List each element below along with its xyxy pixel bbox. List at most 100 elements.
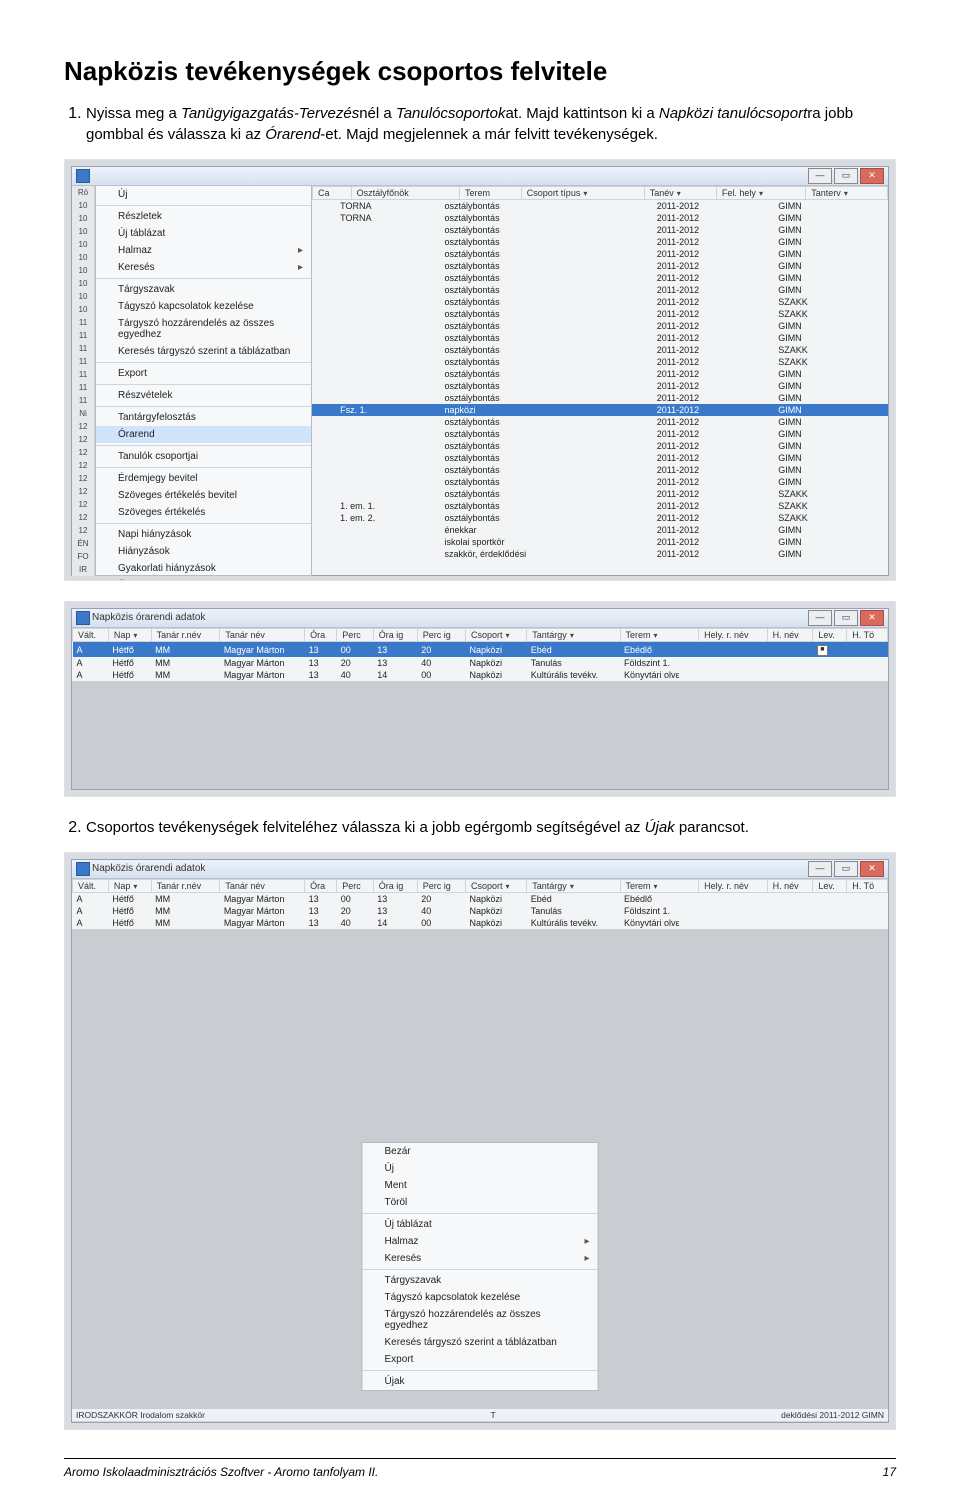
column-header[interactable]: Perc ig <box>417 880 465 893</box>
column-header[interactable]: Hely. r. név <box>699 629 767 642</box>
table-row[interactable]: osztálybontás2011-2012GIMN <box>312 320 888 332</box>
menu-item[interactable]: Gyakorlati hiányzások <box>96 560 311 577</box>
column-header[interactable]: Óra ig <box>373 629 417 642</box>
table-row[interactable]: osztálybontás2011-2012GIMN <box>312 428 888 440</box>
main-table[interactable]: CaOsztályfőnökTeremCsoport típusTanévFel… <box>312 186 888 576</box>
maximize-button[interactable]: ▭ <box>834 861 858 877</box>
window-titlebar-2[interactable]: Napközis órarendi adatok — ▭ ✕ <box>72 609 888 628</box>
table-row[interactable]: AHétfőMMMagyar Márton13201340NapköziTanu… <box>73 657 888 669</box>
column-header[interactable]: Fel. hely <box>716 187 805 200</box>
column-header[interactable]: Tantárgy <box>527 880 620 893</box>
menu-item[interactable]: Halmaz <box>363 1233 598 1250</box>
table-row[interactable]: TORNAosztálybontás2011-2012GIMN <box>312 212 888 224</box>
menu-item[interactable]: Export <box>363 1351 598 1368</box>
menu-item[interactable]: Tárgyszavak <box>363 1269 598 1289</box>
table-row[interactable]: szakkör, érdeklődési2011-2012GIMN <box>312 548 888 560</box>
menu-item[interactable]: Tantárgyfelosztás <box>96 406 311 426</box>
column-header[interactable]: Csoport <box>466 629 527 642</box>
table-row[interactable]: iskolai sportkör2011-2012GIMN <box>312 536 888 548</box>
table-row[interactable]: osztálybontás2011-2012GIMN <box>312 236 888 248</box>
menu-item[interactable]: Új táblázat <box>96 225 311 242</box>
table-row[interactable]: osztálybontás2011-2012GIMN <box>312 464 888 476</box>
column-header[interactable]: Óra ig <box>373 880 417 893</box>
table-row[interactable]: osztálybontás2011-2012GIMN <box>312 476 888 488</box>
menu-item[interactable]: Keresés tárgyszó szerint a táblázatban <box>363 1334 598 1351</box>
menu-item[interactable]: Új táblázat <box>363 1213 598 1233</box>
column-header[interactable]: Tanár név <box>220 629 305 642</box>
table-row[interactable]: osztálybontás2011-2012GIMN <box>312 392 888 404</box>
menu-item[interactable]: Tárgyszó hozzárendelés az összes egyedhe… <box>363 1306 598 1334</box>
column-header[interactable]: Tanár név <box>220 880 305 893</box>
menu-item[interactable]: Export <box>96 362 311 382</box>
menu-item[interactable]: Új <box>363 1160 598 1177</box>
menu-item[interactable]: Halmaz <box>96 242 311 259</box>
column-header[interactable]: Csoport <box>466 880 527 893</box>
column-header[interactable]: Lev. <box>813 880 847 893</box>
context-menu-2[interactable]: BezárÚjMentTörölÚj táblázatHalmazKeresés… <box>362 1142 599 1391</box>
menu-item[interactable]: Tárgyszavak <box>96 278 311 298</box>
table-row[interactable]: osztálybontás2011-2012GIMN <box>312 224 888 236</box>
column-header[interactable]: H. név <box>767 880 813 893</box>
column-header[interactable]: H. Tö <box>847 629 888 642</box>
column-header[interactable]: Terem <box>620 629 699 642</box>
table-row[interactable]: osztálybontás2011-2012GIMN <box>312 332 888 344</box>
table-row[interactable]: osztálybontás2011-2012SZAKK <box>312 344 888 356</box>
minimize-button[interactable]: — <box>808 168 832 184</box>
column-header[interactable]: H. név <box>767 629 813 642</box>
context-menu[interactable]: ÚjRészletekÚj táblázatHalmazKeresésTárgy… <box>95 185 312 576</box>
menu-item[interactable]: Órarend <box>96 426 311 443</box>
table-row[interactable]: osztálybontás2011-2012GIMN <box>312 380 888 392</box>
column-header[interactable]: Hely. r. név <box>699 880 767 893</box>
table-row[interactable]: osztálybontás2011-2012GIMN <box>312 248 888 260</box>
table-row[interactable]: osztálybontás2011-2012GIMN <box>312 368 888 380</box>
column-header[interactable]: Óra <box>305 629 337 642</box>
table-row[interactable]: AHétfőMMMagyar Márton13401400NapköziKult… <box>73 917 888 929</box>
column-header[interactable]: Lev. <box>813 629 847 642</box>
table-row[interactable]: AHétfőMMMagyar Márton13201340NapköziTanu… <box>73 905 888 917</box>
menu-item[interactable]: Töröl <box>363 1194 598 1211</box>
column-header[interactable]: Perc <box>337 629 374 642</box>
close-button[interactable]: ✕ <box>860 168 884 184</box>
column-header[interactable]: Perc ig <box>417 629 465 642</box>
column-header[interactable]: Csoport típus <box>521 187 644 200</box>
column-header[interactable]: Terem <box>459 187 521 200</box>
table-row[interactable]: osztálybontás2011-2012SZAKK <box>312 308 888 320</box>
table-row[interactable]: osztálybontás2011-2012SZAKK <box>312 356 888 368</box>
table-row[interactable]: AHétfőMMMagyar Márton13401400NapköziKult… <box>73 669 888 681</box>
table-row[interactable]: AHétfőMMMagyar Márton13001320NapköziEbéd… <box>73 642 888 658</box>
column-header[interactable]: Vált. <box>73 629 109 642</box>
column-header[interactable]: Tanterv <box>806 187 888 200</box>
maximize-button[interactable]: ▭ <box>834 168 858 184</box>
column-header[interactable]: Tanév <box>644 187 716 200</box>
menu-item[interactable]: Keresés <box>363 1250 598 1267</box>
table-row[interactable]: osztálybontás2011-2012GIMN <box>312 452 888 464</box>
menu-item[interactable]: Tárgyszó hozzárendelés az összes egyedhe… <box>96 315 311 343</box>
menu-item[interactable]: Szöveges értékelés <box>96 504 311 521</box>
menu-item[interactable]: Ment <box>363 1177 598 1194</box>
menu-item[interactable]: Tanulók csoportjai <box>96 445 311 465</box>
menu-item[interactable]: Tágyszó kapcsolatok kezelése <box>363 1289 598 1306</box>
menu-item[interactable]: Új <box>96 186 311 203</box>
menu-item[interactable]: Szöveges értékelés bevitel <box>96 487 311 504</box>
menu-item[interactable]: Összesített hiányzás/jelenlét lista <box>96 577 311 581</box>
table-row[interactable]: osztálybontás2011-2012GIMN <box>312 440 888 452</box>
column-header[interactable]: Osztályfőnök <box>351 187 459 200</box>
menu-item[interactable]: Érdemjegy bevitel <box>96 467 311 487</box>
column-header[interactable]: Vált. <box>73 880 109 893</box>
schedule-table[interactable]: Vált.NapTanár r.névTanár névÓraPercÓra i… <box>72 628 888 681</box>
column-header[interactable]: Terem <box>620 880 699 893</box>
column-header[interactable]: Tanár r.név <box>151 629 220 642</box>
table-row[interactable]: AHétfőMMMagyar Márton13001320NapköziEbéd… <box>73 893 888 906</box>
column-header[interactable]: Tanár r.név <box>151 880 220 893</box>
menu-item[interactable]: Napi hiányzások <box>96 523 311 543</box>
table-row[interactable]: Fsz. 1.napközi2011-2012GIMN <box>312 404 888 416</box>
menu-item[interactable]: Részletek <box>96 205 311 225</box>
minimize-button[interactable]: — <box>808 861 832 877</box>
column-header[interactable]: H. Tö <box>847 880 888 893</box>
table-row[interactable]: osztálybontás2011-2012GIMN <box>312 260 888 272</box>
table-row[interactable]: 1. em. 1.osztálybontás2011-2012SZAKK <box>312 500 888 512</box>
table-row[interactable]: osztálybontás2011-2012SZAKK <box>312 488 888 500</box>
minimize-button[interactable]: — <box>808 610 832 626</box>
table-row[interactable]: osztálybontás2011-2012SZAKK <box>312 296 888 308</box>
menu-item[interactable]: Hiányzások <box>96 543 311 560</box>
